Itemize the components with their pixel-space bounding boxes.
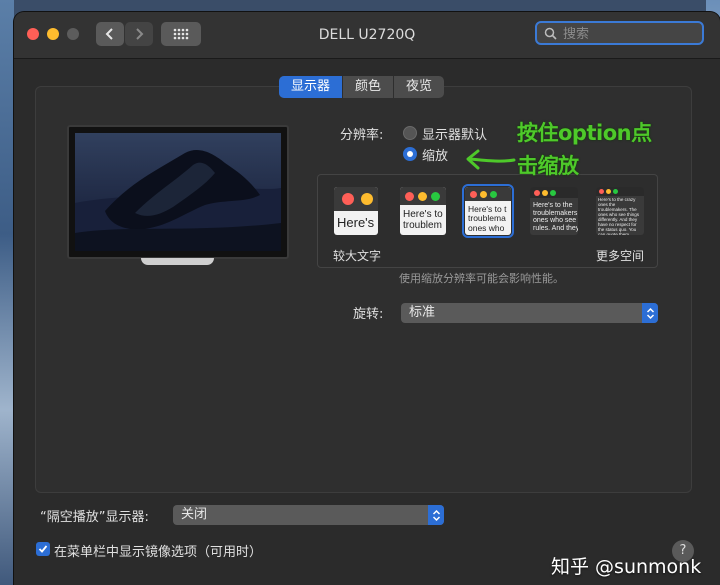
performance-hint: 使用缩放分辨率可能会影响性能。 [399,272,564,285]
search-icon [544,27,557,40]
airplay-select[interactable]: 关闭 [173,505,444,525]
checkmark-icon [38,545,48,553]
search-field[interactable] [535,21,704,45]
show-mirroring-checkbox[interactable] [36,542,50,556]
catalina-island-image [75,133,281,251]
resolution-label: 分辨率: [340,128,384,143]
updown-chevron-icon [642,303,658,323]
scale-option-1-text: Here's [337,215,375,230]
tab-display[interactable]: 显示器 [279,76,343,98]
annotation-arrow-icon [466,149,516,170]
rotation-label: 旋转: [353,307,384,322]
scale-option-5[interactable]: Here's to the crazy ones the troublemake… [596,187,644,235]
show-mirroring-label: 在菜单栏中显示镜像选项（可用时） [54,545,263,560]
wallpaper-preview [75,133,281,251]
radio-default-for-display[interactable] [403,126,417,140]
title-bar: DELL U2720Q [14,12,720,59]
airplay-value: 关闭 [181,507,208,522]
tab-color[interactable]: 颜色 [342,76,393,98]
tab-bar: 显示器 颜色 夜览 [279,76,445,98]
desktop-wallpaper-left [0,0,14,585]
monitor-stand [141,258,214,265]
scale-option-5-text: Here's to the crazy ones the troublemake… [598,197,640,235]
more-space-caption: 更多空间 [596,249,645,263]
scale-option-3-text: Here's to t troublema ones who [468,204,507,233]
larger-text-caption: 较大文字 [333,249,382,263]
scale-option-2[interactable]: Here's to troublem [400,187,446,235]
display-preview [67,125,289,259]
annotation-line-2: 击缩放 [517,154,579,178]
option-scaled-label: 缩放 [422,149,449,164]
updown-chevron-icon [428,505,444,525]
scale-option-2-text: Here's to troublem [403,209,443,231]
option-default-label: 显示器默认 [422,128,488,143]
scale-option-4-text: Here's to the troublemakers. ones who se… [533,202,578,233]
scale-option-1[interactable]: Here's [334,187,378,235]
annotation-line-1: 按住option点 [517,121,652,145]
radio-scaled[interactable] [403,147,417,161]
scale-option-4[interactable]: Here's to the troublemakers. ones who se… [530,187,578,235]
scale-option-3[interactable]: Here's to t troublema ones who [462,184,514,238]
search-input[interactable] [561,24,703,44]
preferences-window: DELL U2720Q 显示器 颜色 夜览 [14,12,720,585]
watermark: 知乎 @sunmonk [551,556,702,578]
tab-night-shift[interactable]: 夜览 [393,76,444,98]
rotation-select[interactable]: 标准 [401,303,658,323]
rotation-value: 标准 [409,305,436,320]
airplay-display-label: “隔空播放”显示器: [40,510,149,525]
